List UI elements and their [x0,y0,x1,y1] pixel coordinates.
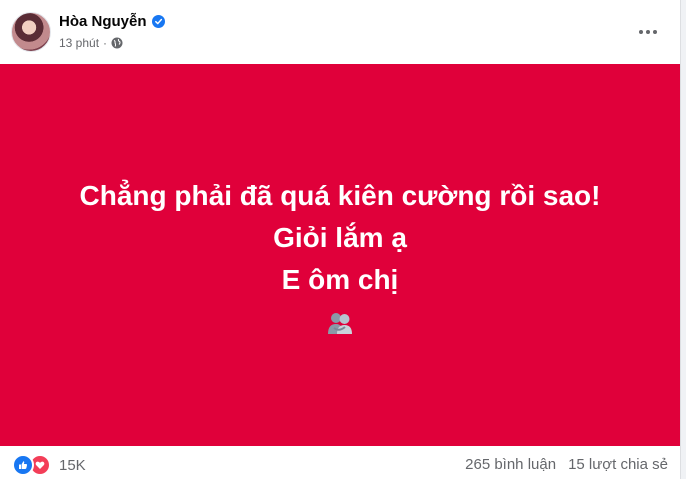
comments-count-link[interactable]: 265 bình luận [465,456,556,473]
reaction-count[interactable]: 15K [59,457,86,474]
more-dot [653,30,657,34]
verified-badge-icon [151,15,165,28]
post-text-line-3: E ôm chị [281,264,399,295]
avatar[interactable] [11,12,51,52]
post-footer: 15K 265 bình luận 15 lượt chia sẻ [0,446,680,479]
more-options-button[interactable] [630,18,666,46]
post-meta: 13 phút · [59,36,123,50]
post-card: Hòa Nguyễn 13 phút · Chẳng phải đã quá k… [0,0,681,479]
post-time[interactable]: 13 phút [59,36,99,50]
like-icon [12,454,34,476]
author-row: Hòa Nguyễn [59,13,165,30]
post-stats: 265 bình luận 15 lượt chia sẻ [465,456,668,473]
globe-icon[interactable] [111,37,123,49]
post-text-line-2: Giỏi lắm ạ [273,222,407,253]
reactions-summary[interactable]: 15K [12,454,86,476]
post-background[interactable]: Chẳng phải đã quá kiên cường rồi sao! Gi… [0,64,680,446]
shares-count-link[interactable]: 15 lượt chia sẻ [568,456,668,473]
author-name[interactable]: Hòa Nguyễn [59,13,147,30]
more-dot [639,30,643,34]
post-text-line-1: Chẳng phải đã quá kiên cường rồi sao! [79,180,601,211]
meta-separator: · [103,36,108,50]
people-hugging-icon [325,311,355,335]
post-header: Hòa Nguyễn 13 phút · [0,0,680,64]
more-dot [646,30,650,34]
